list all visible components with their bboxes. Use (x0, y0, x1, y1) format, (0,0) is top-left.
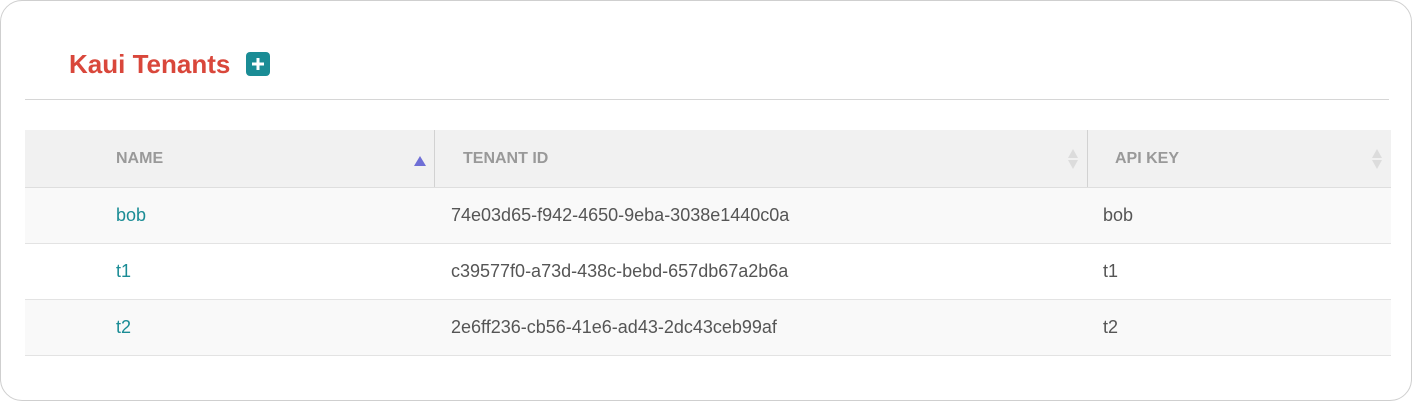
tenant-id-cell: c39577f0-a73d-438c-bebd-657db67a2b6a (451, 261, 789, 281)
page-header: Kaui Tenants (69, 46, 271, 82)
column-header-label: API KEY (1115, 149, 1180, 167)
tenants-table: NAME TENANT ID API KEY bob 74e03d65-f942… (25, 130, 1391, 356)
tenant-name-link[interactable]: bob (116, 205, 146, 225)
add-tenant-button[interactable] (246, 52, 271, 76)
sort-both-icon (1372, 149, 1382, 169)
api-key-cell: t1 (1103, 261, 1119, 281)
table-header: NAME TENANT ID API KEY (25, 130, 1391, 188)
tenant-id-cell: 2e6ff236-cb56-41e6-ad43-2dc43ceb99af (451, 317, 777, 337)
page-title: Kaui Tenants (69, 48, 231, 79)
column-header-label: TENANT ID (463, 149, 549, 167)
table-row: bob 74e03d65-f942-4650-9eba-3038e1440c0a… (25, 188, 1391, 244)
column-header-tenant-id[interactable]: TENANT ID (435, 130, 1088, 187)
table-row: t2 2e6ff236-cb56-41e6-ad43-2dc43ceb99af … (25, 300, 1391, 356)
tenant-id-cell: 74e03d65-f942-4650-9eba-3038e1440c0a (451, 205, 790, 225)
api-key-cell: bob (1103, 205, 1134, 225)
column-header-label: NAME (116, 149, 164, 167)
table-row: t1 c39577f0-a73d-438c-bebd-657db67a2b6a … (25, 244, 1391, 300)
api-key-cell: t2 (1103, 317, 1119, 337)
column-header-api-key[interactable]: API KEY (1088, 130, 1391, 187)
tenant-name-link[interactable]: t2 (116, 317, 131, 337)
tenants-card: Kaui Tenants NAME TENANT ID API KEY bob … (0, 0, 1412, 401)
plus-icon (252, 58, 265, 70)
sort-both-icon (1068, 149, 1078, 169)
column-header-name[interactable]: NAME (25, 130, 435, 187)
tenant-name-link[interactable]: t1 (116, 261, 131, 281)
header-divider (25, 99, 1389, 100)
sort-ascending-icon (414, 156, 426, 166)
